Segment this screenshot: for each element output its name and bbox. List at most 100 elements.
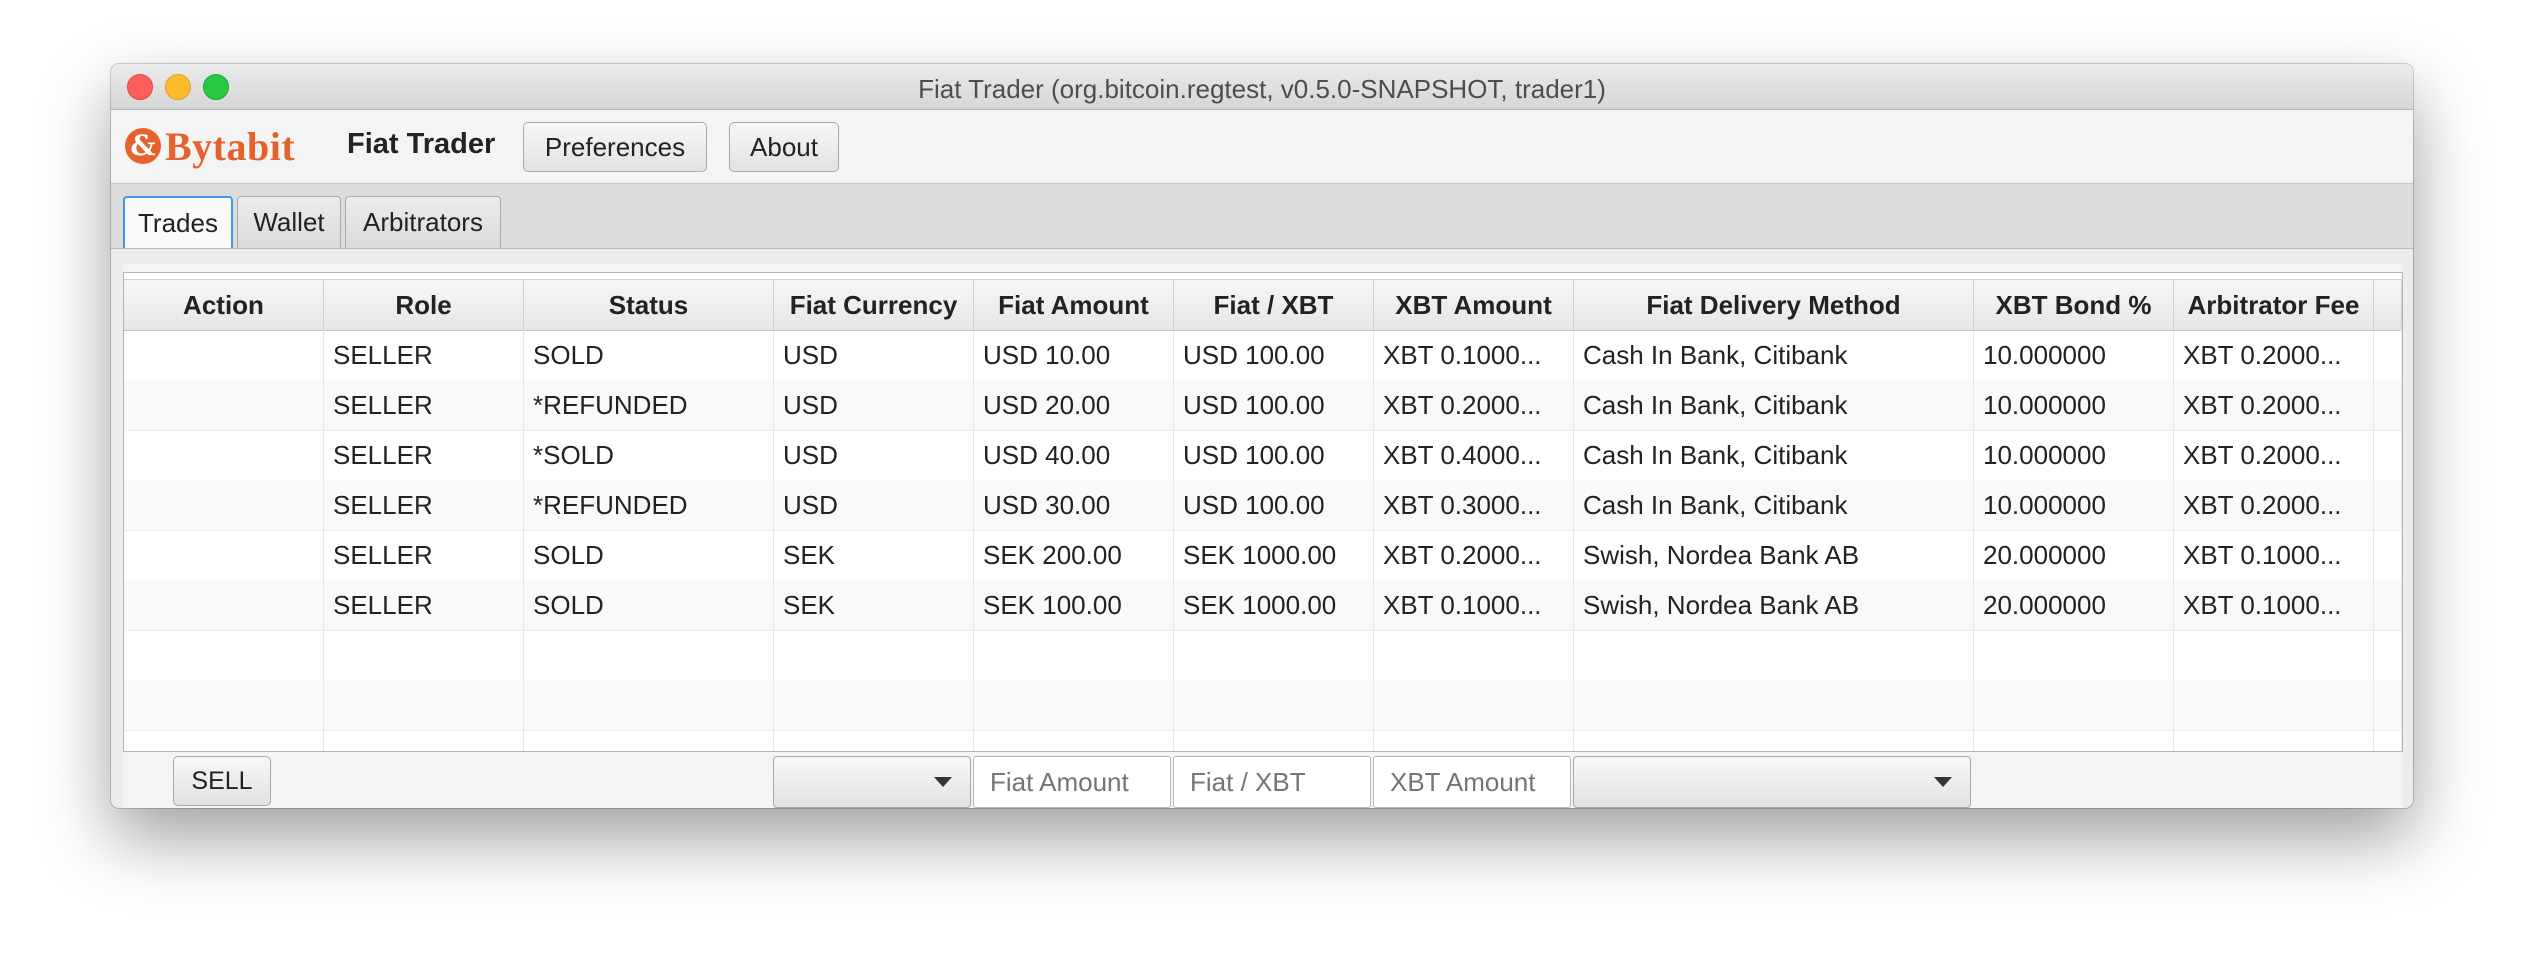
cell-fiat-per-xbt: SEK 1000.00 — [1174, 530, 1374, 580]
cell-action — [124, 630, 324, 680]
column-header-status[interactable]: Status — [524, 280, 774, 330]
cell-xbt-amount — [1374, 680, 1574, 730]
preferences-button[interactable]: Preferences — [523, 122, 707, 172]
trades-panel: Action Role Status Fiat Currency Fiat Am… — [123, 264, 2403, 808]
table-row[interactable]: SELLER SOLD SEK SEK 100.00 SEK 1000.00 XBT 0.… — [124, 580, 2402, 631]
cell-fiat-delivery-method: Swish, Nordea Bank AB — [1574, 530, 1974, 580]
cell-fiat-currency: USD — [774, 330, 974, 380]
table-row[interactable] — [124, 680, 2402, 731]
cell-fiat-delivery-method: Cash In Bank, Citibank — [1574, 480, 1974, 530]
cell-fiat-per-xbt: USD 100.00 — [1174, 480, 1374, 530]
cell-fiat-amount: USD 10.00 — [974, 330, 1174, 380]
cell-fiat-per-xbt: USD 100.00 — [1174, 330, 1374, 380]
column-header-fiat-currency[interactable]: Fiat Currency — [774, 280, 974, 330]
table-row[interactable]: SELLER SOLD SEK SEK 200.00 SEK 1000.00 XBT 0.… — [124, 530, 2402, 581]
cell-fiat-currency: USD — [774, 480, 974, 530]
cell-arbitrator-fee: XBT 0.1000... — [2174, 530, 2374, 580]
cell-status — [524, 730, 774, 751]
cell-fiat-currency — [774, 630, 974, 680]
cell-arbitrator-fee — [2174, 630, 2374, 680]
cell-arbitrator-fee — [2174, 730, 2374, 751]
cell-xbt-amount: XBT 0.1000... — [1374, 330, 1574, 380]
cell-action — [124, 730, 324, 751]
fiat-per-xbt-input[interactable] — [1173, 756, 1371, 808]
cell-status: SOLD — [524, 580, 774, 630]
cell-xbt-bond: 10.000000 — [1974, 330, 2174, 380]
app-name: Fiat Trader — [347, 128, 496, 160]
column-header-action[interactable]: Action — [124, 280, 324, 330]
cell-arbitrator-fee: XBT 0.2000... — [2174, 480, 2374, 530]
table-row[interactable] — [124, 630, 2402, 681]
chevron-down-icon — [1934, 777, 1952, 787]
new-offer-form: SELL — [123, 750, 2403, 808]
cell-xbt-amount: XBT 0.4000... — [1374, 430, 1574, 480]
cell-fiat-per-xbt: SEK 1000.00 — [1174, 580, 1374, 630]
cell-fiat-amount — [974, 730, 1174, 751]
toolbar-row: & Bytabit Fiat Trader Preferences About — [111, 110, 2413, 184]
cell-xbt-amount — [1374, 730, 1574, 751]
cell-filler — [2374, 730, 2402, 751]
cell-fiat-amount: SEK 200.00 — [974, 530, 1174, 580]
cell-fiat-per-xbt — [1174, 630, 1374, 680]
cell-action — [124, 430, 324, 480]
table-row[interactable]: SELLER *REFUNDED USD USD 30.00 USD 100.00 XBT… — [124, 480, 2402, 531]
column-header-role[interactable]: Role — [324, 280, 524, 330]
toolbar: & Bytabit Fiat Trader Preferences About … — [111, 110, 2413, 249]
table-row[interactable]: SELLER SOLD USD USD 10.00 USD 100.00 XBT 0.10… — [124, 330, 2402, 381]
cell-xbt-amount: XBT 0.2000... — [1374, 380, 1574, 430]
table-row[interactable]: SELLER *SOLD USD USD 40.00 USD 100.00 XBT 0.4… — [124, 430, 2402, 481]
cell-filler — [2374, 430, 2402, 480]
cell-fiat-currency: SEK — [774, 580, 974, 630]
app-window: Fiat Trader (org.bitcoin.regtest, v0.5.0… — [111, 64, 2413, 808]
fiat-amount-input[interactable] — [973, 756, 1171, 808]
cell-fiat-per-xbt: USD 100.00 — [1174, 380, 1374, 430]
cell-arbitrator-fee: XBT 0.2000... — [2174, 430, 2374, 480]
cell-action — [124, 380, 324, 430]
table-row[interactable]: SELLER *REFUNDED USD USD 20.00 USD 100.00 XBT… — [124, 380, 2402, 431]
cell-filler — [2374, 580, 2402, 630]
cell-xbt-bond — [1974, 730, 2174, 751]
cell-filler — [2374, 630, 2402, 680]
table-row[interactable] — [124, 730, 2402, 751]
title-bar: Fiat Trader (org.bitcoin.regtest, v0.5.0… — [111, 64, 2413, 110]
cell-fiat-currency — [774, 680, 974, 730]
trades-table[interactable]: Action Role Status Fiat Currency Fiat Am… — [123, 272, 2403, 752]
cell-fiat-amount — [974, 630, 1174, 680]
cell-status: SOLD — [524, 530, 774, 580]
tab-trades[interactable]: Trades — [123, 196, 233, 248]
sell-button[interactable]: SELL — [173, 756, 271, 806]
cell-status: *REFUNDED — [524, 480, 774, 530]
column-header-fiat-delivery-method[interactable]: Fiat Delivery Method — [1574, 280, 1974, 330]
cell-role: SELLER — [324, 330, 524, 380]
cell-filler — [2374, 380, 2402, 430]
cell-role — [324, 630, 524, 680]
cell-fiat-delivery-method: Cash In Bank, Citibank — [1574, 430, 1974, 480]
about-button[interactable]: About — [729, 122, 839, 172]
cell-arbitrator-fee: XBT 0.2000... — [2174, 380, 2374, 430]
column-header-arbitrator-fee[interactable]: Arbitrator Fee — [2174, 280, 2374, 330]
xbt-amount-input[interactable] — [1373, 756, 1571, 808]
fiat-currency-select[interactable] — [773, 756, 971, 808]
column-header-fiat-per-xbt[interactable]: Fiat / XBT — [1174, 280, 1374, 330]
column-header-xbt-bond[interactable]: XBT Bond % — [1974, 280, 2174, 330]
cell-role: SELLER — [324, 530, 524, 580]
cell-action — [124, 530, 324, 580]
cell-fiat-delivery-method: Cash In Bank, Citibank — [1574, 380, 1974, 430]
cell-fiat-amount: USD 30.00 — [974, 480, 1174, 530]
tab-arbitrators[interactable]: Arbitrators — [345, 196, 501, 248]
cell-fiat-delivery-method: Cash In Bank, Citibank — [1574, 330, 1974, 380]
cell-xbt-bond: 10.000000 — [1974, 380, 2174, 430]
cell-fiat-amount: USD 20.00 — [974, 380, 1174, 430]
cell-action — [124, 680, 324, 730]
cell-xbt-bond — [1974, 630, 2174, 680]
cell-role: SELLER — [324, 380, 524, 430]
column-header-filler — [2374, 280, 2402, 330]
tab-wallet[interactable]: Wallet — [237, 196, 341, 248]
column-header-xbt-amount[interactable]: XBT Amount — [1374, 280, 1574, 330]
cell-role — [324, 680, 524, 730]
delivery-method-select[interactable] — [1573, 756, 1971, 808]
column-header-fiat-amount[interactable]: Fiat Amount — [974, 280, 1174, 330]
cell-filler — [2374, 480, 2402, 530]
cell-fiat-amount: USD 40.00 — [974, 430, 1174, 480]
cell-status: SOLD — [524, 330, 774, 380]
